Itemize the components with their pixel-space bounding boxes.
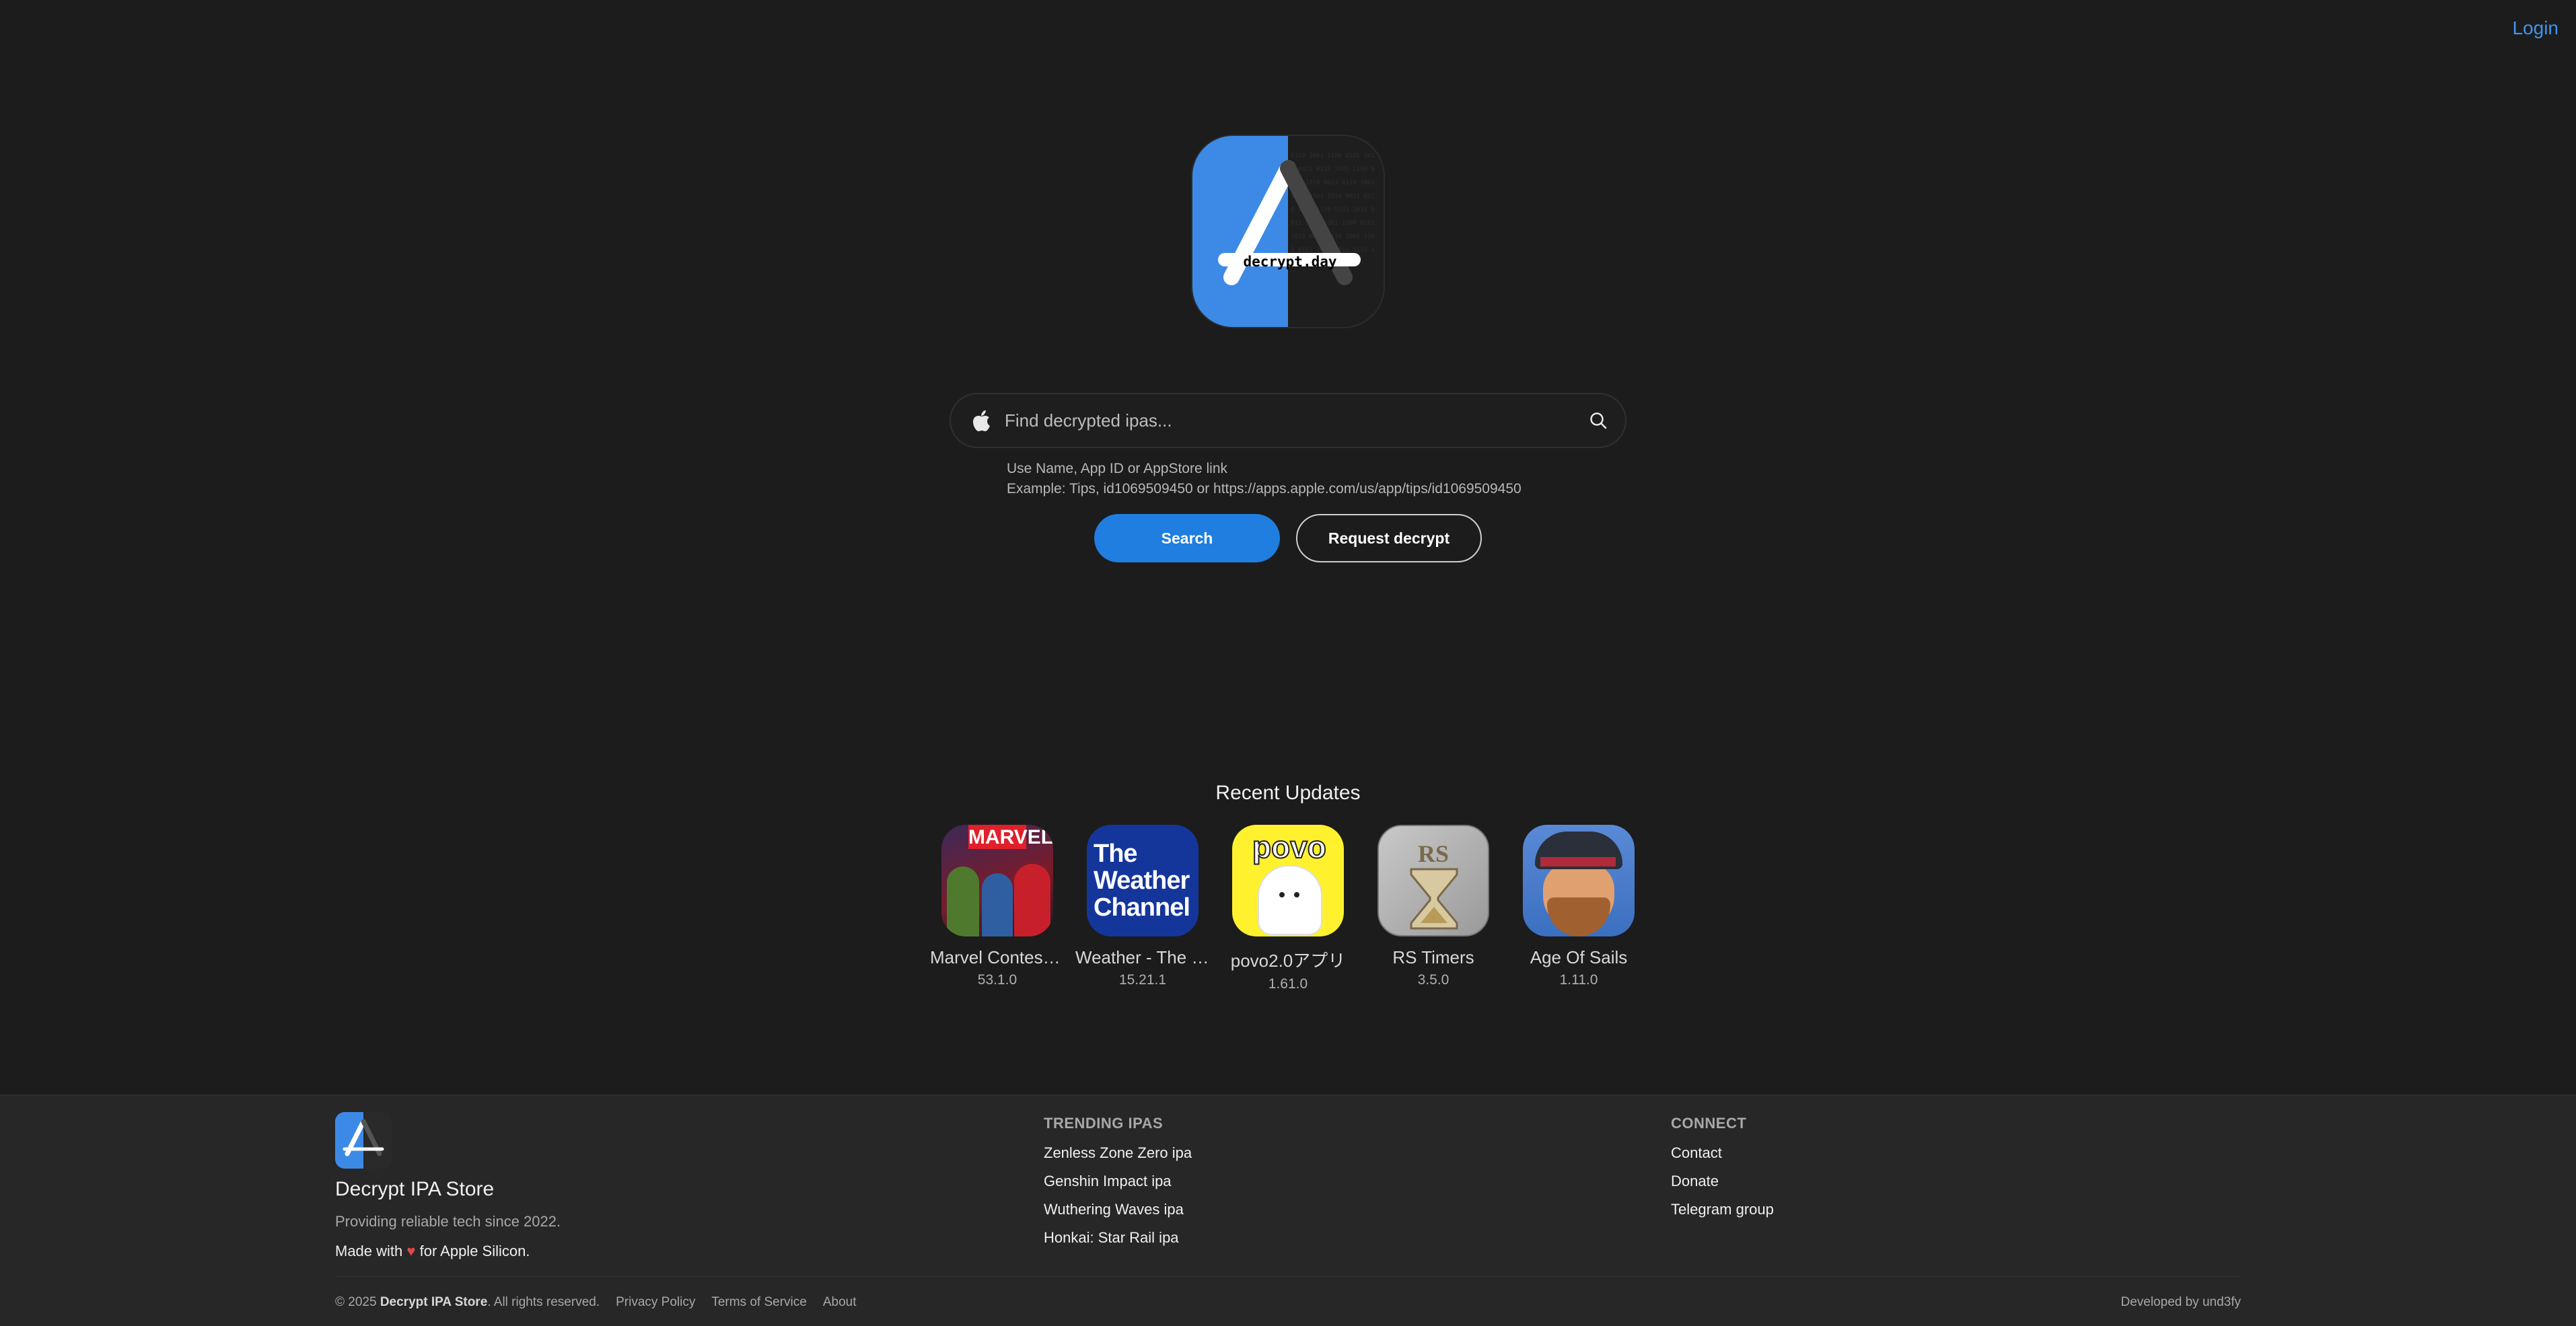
footer-divider [335, 1276, 2241, 1277]
apple-icon [973, 410, 990, 431]
footer-tagline: Providing reliable tech since 2022. [335, 1213, 561, 1230]
footer-brand-name: Decrypt IPA Store [335, 1178, 495, 1200]
app-card[interactable]: povo povo2.0アプリ 1.61.0 [1231, 825, 1345, 992]
app-version: 1.11.0 [1559, 972, 1598, 988]
hint-line-1: Use Name, App ID or AppStore link [1007, 461, 1227, 476]
search-hint: Use Name, App ID or AppStore link Exampl… [1007, 459, 1569, 499]
recent-apps-list: MARVEL Marvel Contest of Champions 53.1.… [930, 825, 1635, 992]
request-decrypt-button[interactable]: Request decrypt [1296, 514, 1482, 562]
povo-logo: povo [1252, 829, 1327, 865]
recent-updates: Recent Updates MARVEL Marvel Contest of … [0, 782, 2576, 992]
recent-updates-title: Recent Updates [1215, 782, 1361, 804]
donate-link[interactable]: Donate [1671, 1173, 1774, 1201]
hourglass-icon[interactable]: RS [1378, 825, 1489, 936]
contact-link[interactable]: Contact [1671, 1144, 1774, 1173]
app-version: 53.1.0 [977, 972, 1017, 988]
weather-channel-icon[interactable]: The Weather Channel [1087, 825, 1198, 936]
copyright-brand: Decrypt IPA Store [380, 1295, 488, 1309]
footer-connect: CONNECT Contact Donate Telegram group [1671, 1115, 1774, 1229]
terms-link[interactable]: Terms of Service [711, 1295, 806, 1310]
trending-link[interactable]: Zenless Zone Zero ipa [1044, 1144, 1192, 1173]
appstore-a-icon [1218, 160, 1361, 285]
app-name[interactable]: RS Timers [1366, 947, 1501, 968]
app-name[interactable]: Weather - The Weather Channel [1075, 947, 1210, 968]
footer-logo [335, 1112, 392, 1169]
hint-line-2: Example: Tips, id1069509450 or https://a… [1007, 481, 1522, 496]
povo-icon[interactable]: povo [1232, 825, 1344, 936]
copyright-suffix: . All rights reserved. [487, 1295, 600, 1309]
app-card[interactable]: The Weather Channel Weather - The Weathe… [1075, 825, 1210, 992]
site-logo: 0110 1001 1100 0101 1010 0011 0110 1001 … [1191, 135, 1385, 328]
made-suffix: for Apple Silicon. [419, 1243, 530, 1259]
copyright-year: © 2025 [335, 1295, 377, 1309]
app-version: 3.5.0 [1417, 972, 1450, 988]
search-bar[interactable] [950, 393, 1626, 448]
weather-logo-line: Channel [1094, 893, 1190, 922]
footer-brand: Decrypt IPA Store Providing reliable tec… [335, 1112, 561, 1260]
trending-link[interactable]: Genshin Impact ipa [1044, 1173, 1192, 1201]
telegram-link[interactable]: Telegram group [1671, 1201, 1774, 1229]
copyright: © 2025 Decrypt IPA Store. All rights res… [335, 1295, 600, 1310]
search-icon[interactable] [1589, 411, 1608, 430]
search-actions: Search Request decrypt [1094, 514, 1482, 562]
logo-text: decrypt.day [1243, 254, 1337, 270]
app-version: 15.21.1 [1118, 972, 1167, 988]
hero: 0110 1001 1100 0101 1010 0011 0110 1001 … [0, 135, 2576, 562]
footer-trending: TRENDING IPAS Zenless Zone Zero ipa Gens… [1044, 1115, 1192, 1257]
search-button[interactable]: Search [1094, 514, 1280, 562]
made-prefix: Made with [335, 1243, 403, 1259]
trending-heading: TRENDING IPAS [1044, 1115, 1164, 1132]
pirate-icon[interactable] [1523, 825, 1635, 936]
app-name[interactable]: Marvel Contest of Champions [930, 947, 1065, 968]
heart-icon: ♥ [406, 1243, 416, 1259]
app-card[interactable]: MARVEL Marvel Contest of Champions 53.1.… [930, 825, 1065, 992]
login-link[interactable]: Login [2512, 17, 2559, 39]
privacy-policy-link[interactable]: Privacy Policy [616, 1295, 695, 1310]
app-name[interactable]: Age Of Sails [1511, 947, 1646, 968]
trending-link[interactable]: Honkai: Star Rail ipa [1044, 1229, 1192, 1257]
app-card[interactable]: Age Of Sails 1.11.0 [1523, 825, 1635, 992]
rs-logo: RS [1417, 840, 1450, 867]
footer-made-with: Made with ♥ for Apple Silicon. [335, 1243, 561, 1260]
weather-logo-line: Weather [1094, 867, 1190, 895]
app-name[interactable]: povo2.0アプリ [1221, 947, 1355, 972]
developed-by[interactable]: Developed by und3fy [2120, 1295, 2241, 1310]
app-version: 1.61.0 [1268, 976, 1308, 992]
site-footer: Decrypt IPA Store Providing reliable tec… [0, 1095, 2576, 1326]
weather-logo-line: The [1094, 840, 1138, 868]
marvel-logo: MARVEL [968, 825, 1053, 849]
marvel-icon[interactable]: MARVEL [941, 825, 1053, 936]
search-input[interactable] [1003, 409, 1589, 432]
appstore-a-icon [343, 1119, 384, 1156]
trending-link[interactable]: Wuthering Waves ipa [1044, 1201, 1192, 1229]
app-card[interactable]: RS RS Timers 3.5.0 [1378, 825, 1489, 992]
about-link[interactable]: About [823, 1295, 857, 1310]
footer-bottom-bar: © 2025 Decrypt IPA Store. All rights res… [335, 1295, 857, 1310]
connect-heading: CONNECT [1671, 1115, 1747, 1132]
